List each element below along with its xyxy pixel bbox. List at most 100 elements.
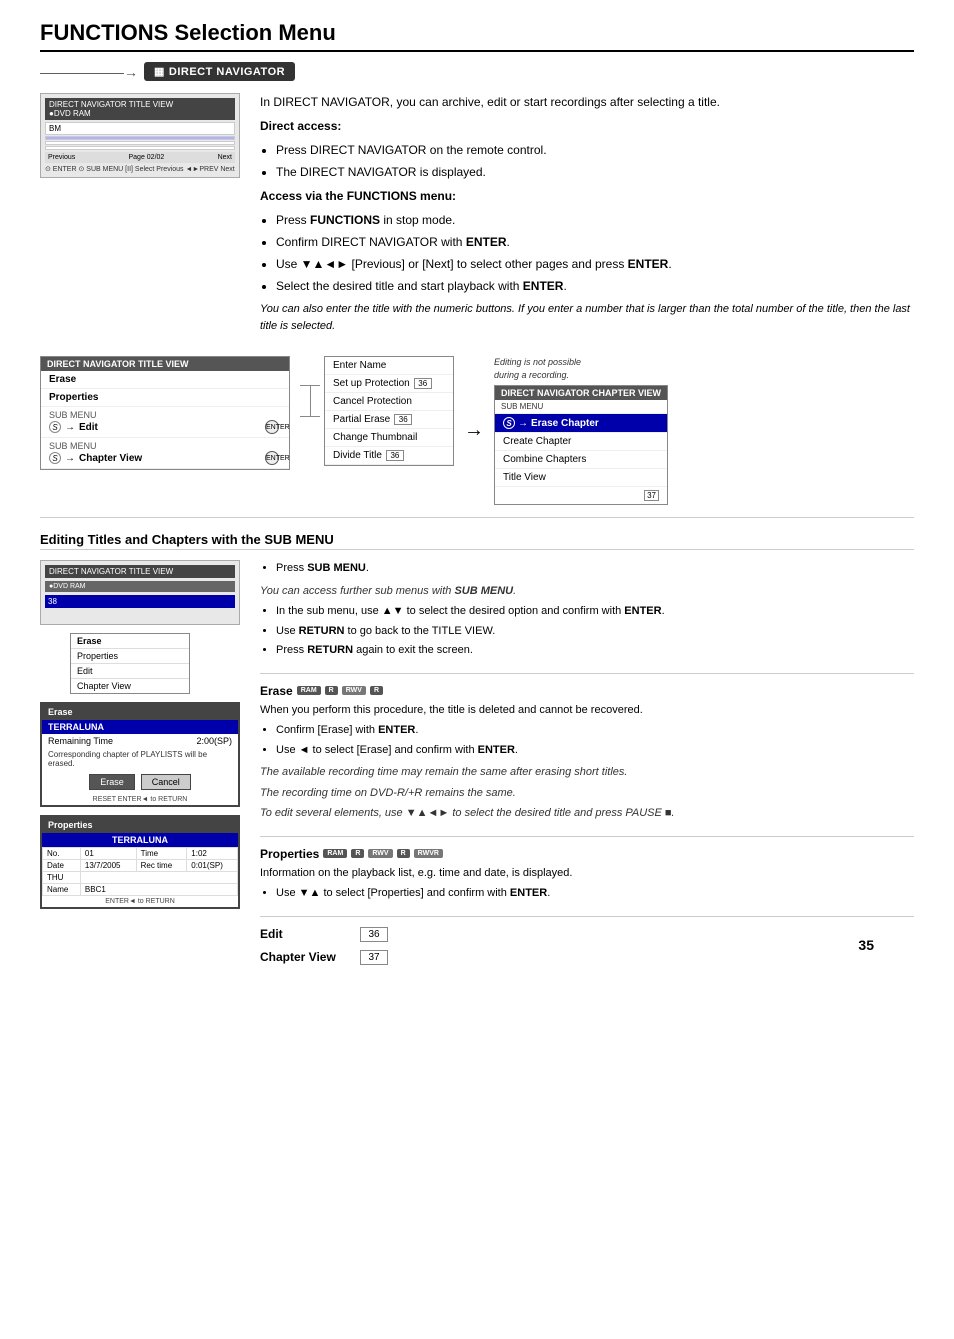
erase-button[interactable]: Erase xyxy=(89,774,135,790)
intro-text: In DIRECT NAVIGATOR, you can archive, ed… xyxy=(260,93,914,111)
edit-row: Edit 36 xyxy=(260,927,914,942)
submenu-item-edit: Edit xyxy=(71,664,189,679)
tv-title-bar: DIRECT NAVIGATOR TITLE VIEW ●DVD RAM xyxy=(45,98,235,120)
arrow-icon: ——————→ xyxy=(40,64,138,80)
props-dialog-title: Properties xyxy=(42,817,238,833)
badge-rwvr: RWVR xyxy=(414,849,443,858)
chapter-sub-label: SUB MENU xyxy=(495,400,667,414)
erase-dialog-note: Corresponding chapter of PLAYLISTS will … xyxy=(42,748,238,770)
tv-row: BM xyxy=(45,122,235,135)
list-item: Use ▼▲◄► [Previous] or [Next] to select … xyxy=(276,255,914,273)
cancel-button[interactable]: Cancel xyxy=(141,774,191,790)
chapter-item-title-view: Title View xyxy=(495,469,667,487)
erase-note-1: The available recording time may remain … xyxy=(260,764,914,781)
erase-dialog-buttons: Erase Cancel xyxy=(42,770,238,794)
right-descriptions: Press SUB MENU. You can access further s… xyxy=(260,560,914,973)
properties-dialog: Properties TERRALUNA No.01Time1:02 Date1… xyxy=(40,815,240,909)
props-dialog-controls: ENTER◄ to RETURN xyxy=(42,896,238,907)
chapter-view-ref: 37 xyxy=(360,950,388,965)
menu-item-change-thumbnail: Change Thumbnail xyxy=(325,429,453,447)
props-table: No.01Time1:02 Date13/7/2005Rec time0:01(… xyxy=(42,847,238,896)
mock-row xyxy=(45,616,235,620)
tv-row xyxy=(45,136,235,140)
props-dialog-name: TERRALUNA xyxy=(42,833,238,847)
direct-nav-badge: ▦DIRECT NAVIGATOR xyxy=(144,62,295,81)
properties-steps: Use ▼▲ to select [Properties] and confir… xyxy=(276,885,914,902)
menu-item-partial-erase: Partial Erase 36 xyxy=(325,411,453,429)
properties-title: Properties RAM R RWV R RWVR xyxy=(260,847,914,861)
list-item: Press SUB MENU. xyxy=(276,560,914,577)
italic-note: You can also enter the title with the nu… xyxy=(260,301,914,334)
editing-steps-section: Press SUB MENU. You can access further s… xyxy=(260,560,914,659)
chapter-item-combine: Combine Chapters xyxy=(495,451,667,469)
badge-rwv: RWV xyxy=(342,686,366,695)
erase-dialog-name: TERRALUNA xyxy=(42,720,238,734)
functions-menu-label: Access via the FUNCTIONS menu: xyxy=(260,187,914,205)
badge-r: R xyxy=(351,849,364,858)
table-row: Date13/7/2005Rec time0:01(SP) xyxy=(43,860,238,872)
list-item: Press RETURN again to exit the screen. xyxy=(276,642,914,659)
connect-arrow: → xyxy=(464,419,484,442)
erase-dialog: Erase TERRALUNA Remaining Time 2:00(SP) … xyxy=(40,702,240,807)
list-item: The DIRECT NAVIGATOR is displayed. xyxy=(276,163,914,181)
badge-r: R xyxy=(325,686,338,695)
italic-desc: You can access further sub menus with SU… xyxy=(260,583,914,600)
menu-item-enter-name: Enter Name xyxy=(325,357,453,375)
submenu-item-chapter-view: Chapter View xyxy=(71,679,189,693)
erase-note-2: The recording time on DVD-R/+R remains t… xyxy=(260,785,914,802)
chapter-view-box: DIRECT NAVIGATOR CHAPTER VIEW SUB MENU S… xyxy=(494,385,668,505)
title-view-row-properties: Properties xyxy=(41,389,289,407)
erase-title: Erase RAM R RWV R xyxy=(260,684,914,698)
list-item: Use ◄ to select [Erase] and confirm with… xyxy=(276,742,914,759)
submenu-item-properties: Properties xyxy=(71,649,189,664)
properties-intro: Information on the playback list, e.g. t… xyxy=(260,865,914,882)
list-item: Confirm [Erase] with ENTER. xyxy=(276,722,914,739)
erase-dialog-title: Erase xyxy=(42,704,238,720)
erase-section: Erase RAM R RWV R When you perform this … xyxy=(260,684,914,822)
chapter-view-label: Chapter View xyxy=(260,950,350,964)
left-screenshots: DIRECT NAVIGATOR TITLE VIEW ●DVD RAM 38 … xyxy=(40,560,240,973)
badge-r2: R xyxy=(370,686,383,695)
menu-item-divide-title: Divide Title 36 xyxy=(325,447,453,465)
submenu-overlay: Erase Properties Edit Chapter View xyxy=(70,633,190,694)
edit-label: Edit xyxy=(260,927,350,941)
chapter-item-erase: S→Erase Chapter xyxy=(495,414,667,433)
list-item: Press DIRECT NAVIGATOR on the remote con… xyxy=(276,141,914,159)
table-row: No.01Time1:02 xyxy=(43,848,238,860)
flyout-menu: Enter Name Set up Protection 36 Cancel P… xyxy=(324,356,454,466)
direct-nav-header: ——————→ ▦DIRECT NAVIGATOR xyxy=(40,62,914,81)
badge-ram: RAM xyxy=(297,686,321,695)
direct-access-list: Press DIRECT NAVIGATOR on the remote con… xyxy=(276,141,914,181)
title-view-box: DIRECT NAVIGATOR TITLE VIEW Erase Proper… xyxy=(40,356,290,470)
chapter-ref: 37 xyxy=(644,490,659,501)
badge-ram: RAM xyxy=(323,849,347,858)
list-item: Confirm DIRECT NAVIGATOR with ENTER. xyxy=(276,233,914,251)
mock-title: DIRECT NAVIGATOR TITLE VIEW xyxy=(45,565,235,578)
functions-menu-list: Press FUNCTIONS in stop mode. Confirm DI… xyxy=(276,211,914,295)
list-item: Select the desired title and start playb… xyxy=(276,277,914,295)
chapter-view-row: Chapter View 37 xyxy=(260,950,914,965)
tv-footer: Previous Page 02/02 Next xyxy=(45,152,235,163)
right-content: In DIRECT NAVIGATOR, you can archive, ed… xyxy=(260,93,914,340)
title-view-row-erase: Erase xyxy=(41,371,289,389)
erase-note-3: To edit several elements, use ▼▲◄► to se… xyxy=(260,805,914,822)
erase-dialog-controls: RESET ENTER◄ to RETURN xyxy=(42,794,238,805)
tv-mockup-left: DIRECT NAVIGATOR TITLE VIEW ●DVD RAM BM … xyxy=(40,93,240,340)
list-item: Use ▼▲ to select [Properties] and confir… xyxy=(276,885,914,902)
title-view-header: DIRECT NAVIGATOR TITLE VIEW xyxy=(41,357,289,371)
menu-item-cancel-protection: Cancel Protection xyxy=(325,393,453,411)
badge-rwv: RWV xyxy=(368,849,392,858)
title-view-row-chapter: SUB MENU S → Chapter View ENTER xyxy=(41,438,289,469)
tv-controls: ⊙ ENTER ⊙ SUB MENU [II] Select Previous … xyxy=(45,165,235,173)
list-item: Use RETURN to go back to the TITLE VIEW. xyxy=(276,623,914,640)
direct-access-label: Direct access: xyxy=(260,117,914,135)
side-note: Editing is not possible during a recordi… xyxy=(494,356,594,381)
title-view-submenu-mockup: DIRECT NAVIGATOR TITLE VIEW ●DVD RAM 38 xyxy=(40,560,240,625)
page-number: 35 xyxy=(858,937,874,953)
editing-section-header: Editing Titles and Chapters with the SUB… xyxy=(40,532,914,550)
edit-ref: 36 xyxy=(360,927,388,942)
submenu-item-erase: Erase xyxy=(71,634,189,649)
chapter-item-create: Create Chapter xyxy=(495,433,667,451)
erase-steps: Confirm [Erase] with ENTER. Use ◄ to sel… xyxy=(276,722,914,758)
badge-r3: R xyxy=(397,849,410,858)
